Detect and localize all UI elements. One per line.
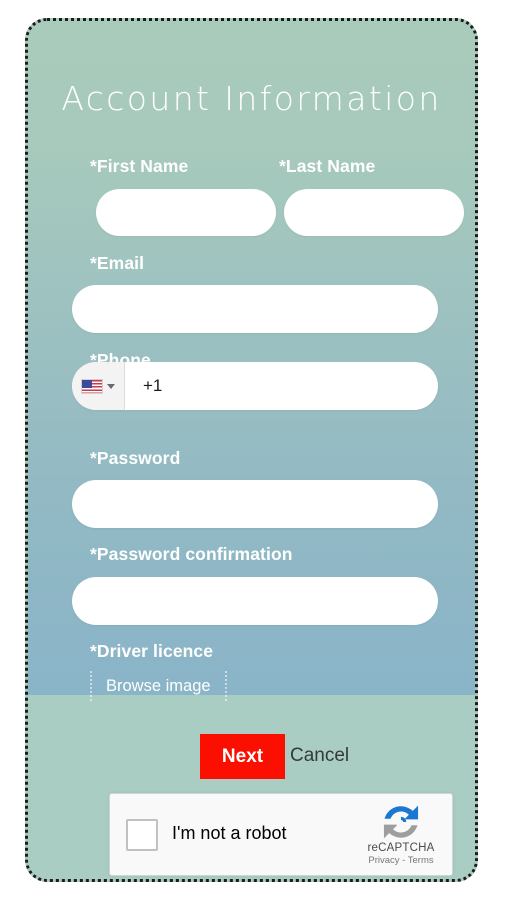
recaptcha-logo-icon (383, 805, 419, 839)
phone-input-group (72, 362, 438, 410)
browse-image-button[interactable]: Browse image (106, 677, 211, 696)
label-password-confirmation: *Password confirmation (90, 544, 293, 564)
recaptcha-brand-name: reCAPTCHA (367, 842, 435, 854)
email-input[interactable] (72, 285, 438, 333)
recaptcha-label: I'm not a robot (172, 823, 287, 843)
recaptcha-privacy-terms[interactable]: Privacy - Terms (360, 855, 442, 866)
last-name-input[interactable] (284, 189, 464, 236)
phone-number-input[interactable] (125, 362, 438, 410)
chevron-down-icon (107, 383, 115, 389)
password-confirmation-input[interactable] (72, 577, 438, 625)
label-last-name: *Last Name (279, 156, 376, 176)
page-title: Account Information (61, 79, 442, 118)
recaptcha-branding: reCAPTCHA Privacy - Terms (360, 801, 442, 866)
registration-card: Account Information *First Name *Last Na… (25, 18, 478, 882)
country-code-dropdown[interactable] (72, 362, 125, 410)
first-name-input[interactable] (96, 189, 276, 236)
label-password: *Password (90, 448, 181, 468)
driver-licence-upload[interactable]: Browse image (90, 671, 227, 701)
password-input[interactable] (72, 480, 438, 528)
recaptcha-checkbox[interactable] (126, 819, 158, 851)
recaptcha-widget: I'm not a robot reCAPTCHA Privacy - Term… (109, 793, 453, 876)
label-email: *Email (90, 253, 145, 273)
cancel-button[interactable]: Cancel (290, 745, 349, 767)
label-first-name: *First Name (90, 156, 189, 176)
us-flag-icon (81, 378, 103, 394)
label-driver-licence: *Driver licence (90, 641, 214, 661)
next-button[interactable]: Next (200, 734, 285, 779)
